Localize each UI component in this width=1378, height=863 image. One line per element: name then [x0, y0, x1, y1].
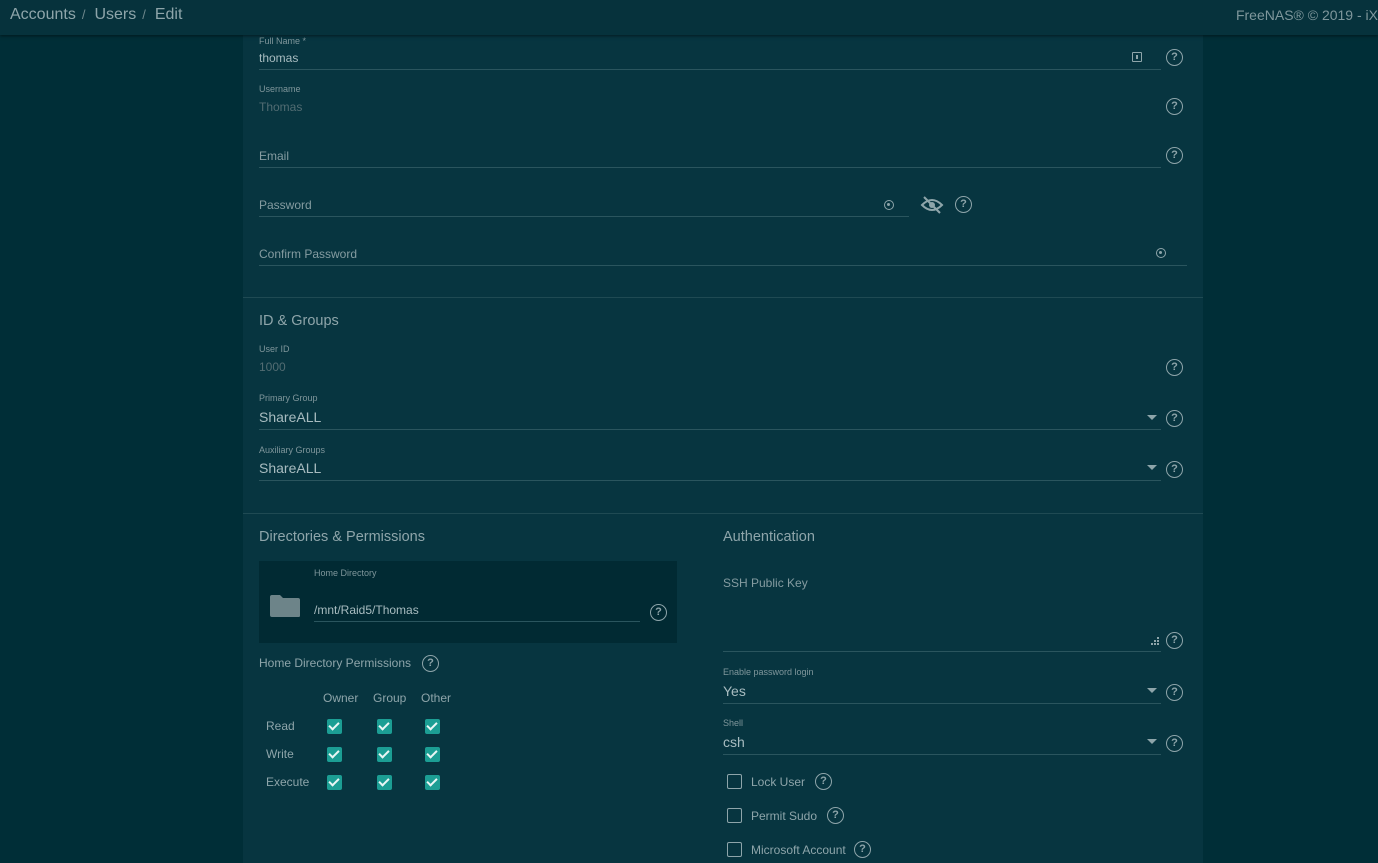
auxiliary-groups-label: Auxiliary Groups [259, 445, 326, 455]
primary-group-underline [259, 429, 1161, 430]
password-underline [259, 216, 909, 217]
permissions-column-other: Other [421, 691, 452, 705]
username-label: Username [259, 84, 301, 94]
breadcrumb: Accounts / Users / Edit [10, 6, 182, 24]
read-group-checkbox[interactable] [377, 719, 392, 734]
section-divider [243, 297, 1203, 298]
home-directory-box: Home Directory /mnt/Raid5/Thomas [259, 561, 677, 643]
microsoft-account-help-icon[interactable] [854, 841, 871, 858]
permit-sudo-help-icon[interactable] [827, 807, 844, 824]
eye-off-icon[interactable] [920, 195, 944, 215]
permit-sudo-label: Permit Sudo [751, 809, 818, 823]
breadcrumb-edit: Edit [154, 6, 183, 23]
resize-handle-icon[interactable] [1151, 637, 1159, 645]
confirm-password-input[interactable]: Confirm Password [259, 247, 357, 261]
read-other-checkbox[interactable] [425, 719, 440, 734]
execute-owner-checkbox[interactable] [327, 775, 342, 790]
folder-icon[interactable] [269, 594, 301, 618]
confirm-password-underline [259, 265, 1187, 266]
shell-help-icon[interactable] [1166, 735, 1183, 752]
password-help-icon[interactable] [955, 196, 972, 213]
shell-label: Shell [723, 718, 744, 728]
chevron-down-icon[interactable] [1147, 465, 1157, 470]
lock-user-label: Lock User [751, 775, 806, 789]
email-underline [259, 167, 1161, 168]
read-owner-checkbox[interactable] [327, 719, 342, 734]
write-owner-checkbox[interactable] [327, 747, 342, 762]
authentication-title: Authentication [723, 529, 815, 545]
permissions-row-read: Read [266, 719, 295, 733]
section-divider [243, 513, 1203, 514]
directories-permissions-title: Directories & Permissions [259, 529, 425, 545]
user-id-input: 1000 [259, 360, 286, 374]
home-directory-permissions-label: Home Directory Permissions [259, 656, 412, 670]
ssh-key-underline [723, 651, 1161, 652]
user-id-help-icon[interactable] [1166, 359, 1183, 376]
ssh-public-key-textarea[interactable]: SSH Public Key [723, 576, 808, 590]
username-input: Thomas [259, 100, 303, 114]
auxiliary-groups-underline [259, 480, 1161, 481]
email-help-icon[interactable] [1166, 147, 1183, 164]
auxiliary-groups-select[interactable]: ShareALL [259, 460, 321, 476]
breadcrumb-accounts[interactable]: Accounts [10, 6, 76, 23]
home-directory-input[interactable]: /mnt/Raid5/Thomas [314, 603, 419, 617]
lock-user-checkbox[interactable] [727, 774, 742, 789]
full-name-help-icon[interactable] [1166, 49, 1183, 66]
permissions-help-icon[interactable] [422, 655, 439, 672]
user-id-label: User ID [259, 344, 290, 354]
execute-group-checkbox[interactable] [377, 775, 392, 790]
lock-user-help-icon[interactable] [815, 773, 832, 790]
contact-card-icon [1132, 52, 1142, 62]
id-groups-title: ID & Groups [259, 313, 339, 329]
primary-group-label: Primary Group [259, 393, 318, 403]
microsoft-account-label: Microsoft Account [751, 843, 846, 857]
permit-sudo-checkbox[interactable] [727, 808, 742, 823]
breadcrumb-separator: / [81, 7, 86, 22]
shell-select[interactable]: csh [723, 734, 745, 750]
email-input[interactable]: Email [259, 149, 289, 163]
user-edit-form: Full Name * thomas Username Thomas Email… [243, 35, 1203, 863]
auxiliary-groups-help-icon[interactable] [1166, 461, 1183, 478]
chevron-down-icon[interactable] [1147, 688, 1157, 693]
username-help-icon[interactable] [1166, 98, 1183, 115]
execute-other-checkbox[interactable] [425, 775, 440, 790]
breadcrumb-users[interactable]: Users [94, 6, 136, 23]
chevron-down-icon[interactable] [1147, 739, 1157, 744]
full-name-input[interactable]: thomas [259, 51, 298, 65]
permissions-column-group: Group [373, 691, 407, 705]
copyright-text: FreeNAS® © 2019 - iX [1235, 7, 1378, 23]
password-login-underline [723, 703, 1161, 704]
password-login-select[interactable]: Yes [723, 683, 746, 699]
home-directory-label: Home Directory [314, 568, 377, 578]
permissions-column-owner: Owner [323, 691, 359, 705]
chevron-down-icon[interactable] [1147, 415, 1157, 420]
top-bar: Accounts / Users / Edit FreeNAS® © 2019 - iX [0, 0, 1378, 35]
home-directory-underline [314, 621, 640, 622]
microsoft-account-checkbox[interactable] [727, 842, 742, 857]
permissions-row-write: Write [266, 747, 294, 761]
password-login-help-icon[interactable] [1166, 684, 1183, 701]
password-input[interactable]: Password [259, 198, 312, 212]
full-name-label: Full Name * [259, 36, 307, 46]
home-directory-help-icon[interactable] [650, 604, 667, 621]
permissions-row-execute: Execute [266, 775, 310, 789]
ssh-key-help-icon[interactable] [1166, 632, 1183, 649]
confirm-password-key-icon [1156, 248, 1166, 258]
shell-underline [723, 754, 1161, 755]
breadcrumb-separator: / [142, 7, 146, 22]
write-group-checkbox[interactable] [377, 747, 392, 762]
write-other-checkbox[interactable] [425, 747, 440, 762]
primary-group-select[interactable]: ShareALL [259, 409, 321, 425]
password-login-label: Enable password login [723, 667, 814, 677]
primary-group-help-icon[interactable] [1166, 410, 1183, 427]
password-key-icon [884, 200, 894, 210]
full-name-underline [259, 69, 1161, 70]
